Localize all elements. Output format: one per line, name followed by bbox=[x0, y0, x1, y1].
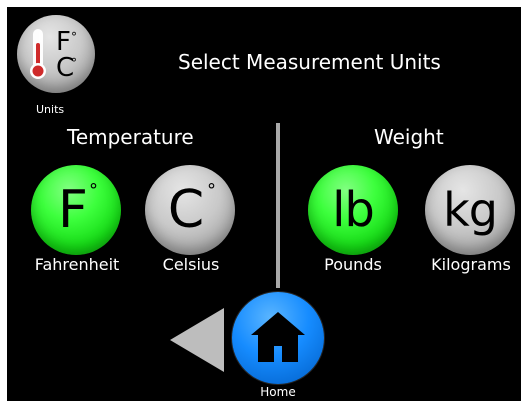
page: F ° C ° Units Select Measurement Units T… bbox=[0, 0, 529, 401]
kilograms-button[interactable]: kg bbox=[425, 165, 515, 255]
home-button[interactable] bbox=[232, 292, 324, 384]
units-icon-label: Units bbox=[36, 103, 65, 116]
fahrenheit-button[interactable]: F ° bbox=[31, 165, 121, 255]
units-icon-bottom-degree: ° bbox=[71, 56, 77, 70]
fahrenheit-symbol: F bbox=[58, 180, 88, 240]
section-divider bbox=[276, 123, 280, 288]
temperature-heading: Temperature bbox=[67, 125, 194, 149]
celsius-symbol: C bbox=[167, 180, 205, 240]
kilograms-symbol: kg bbox=[443, 183, 498, 237]
weight-heading: Weight bbox=[374, 125, 444, 149]
kilograms-label: Kilograms bbox=[431, 255, 511, 274]
celsius-degree: ° bbox=[207, 180, 216, 201]
celsius-label: Celsius bbox=[162, 255, 220, 274]
units-screen: F ° C ° Units Select Measurement Units T… bbox=[7, 7, 521, 401]
pounds-symbol: lb bbox=[332, 182, 375, 238]
page-title: Select Measurement Units bbox=[178, 50, 441, 74]
home-label: Home bbox=[260, 385, 296, 399]
fahrenheit-label: Fahrenheit bbox=[34, 255, 120, 274]
pounds-label: Pounds bbox=[324, 255, 382, 274]
units-app-icon[interactable]: F ° C ° bbox=[17, 15, 95, 93]
units-icon-top-symbol: F bbox=[56, 27, 71, 57]
pounds-button[interactable]: lb bbox=[308, 165, 398, 255]
fahrenheit-degree: ° bbox=[89, 180, 98, 201]
units-icon-top-degree: ° bbox=[71, 30, 77, 44]
celsius-button[interactable]: C ° bbox=[145, 165, 235, 255]
home-icon bbox=[251, 312, 305, 362]
back-arrow-icon[interactable] bbox=[162, 305, 232, 375]
